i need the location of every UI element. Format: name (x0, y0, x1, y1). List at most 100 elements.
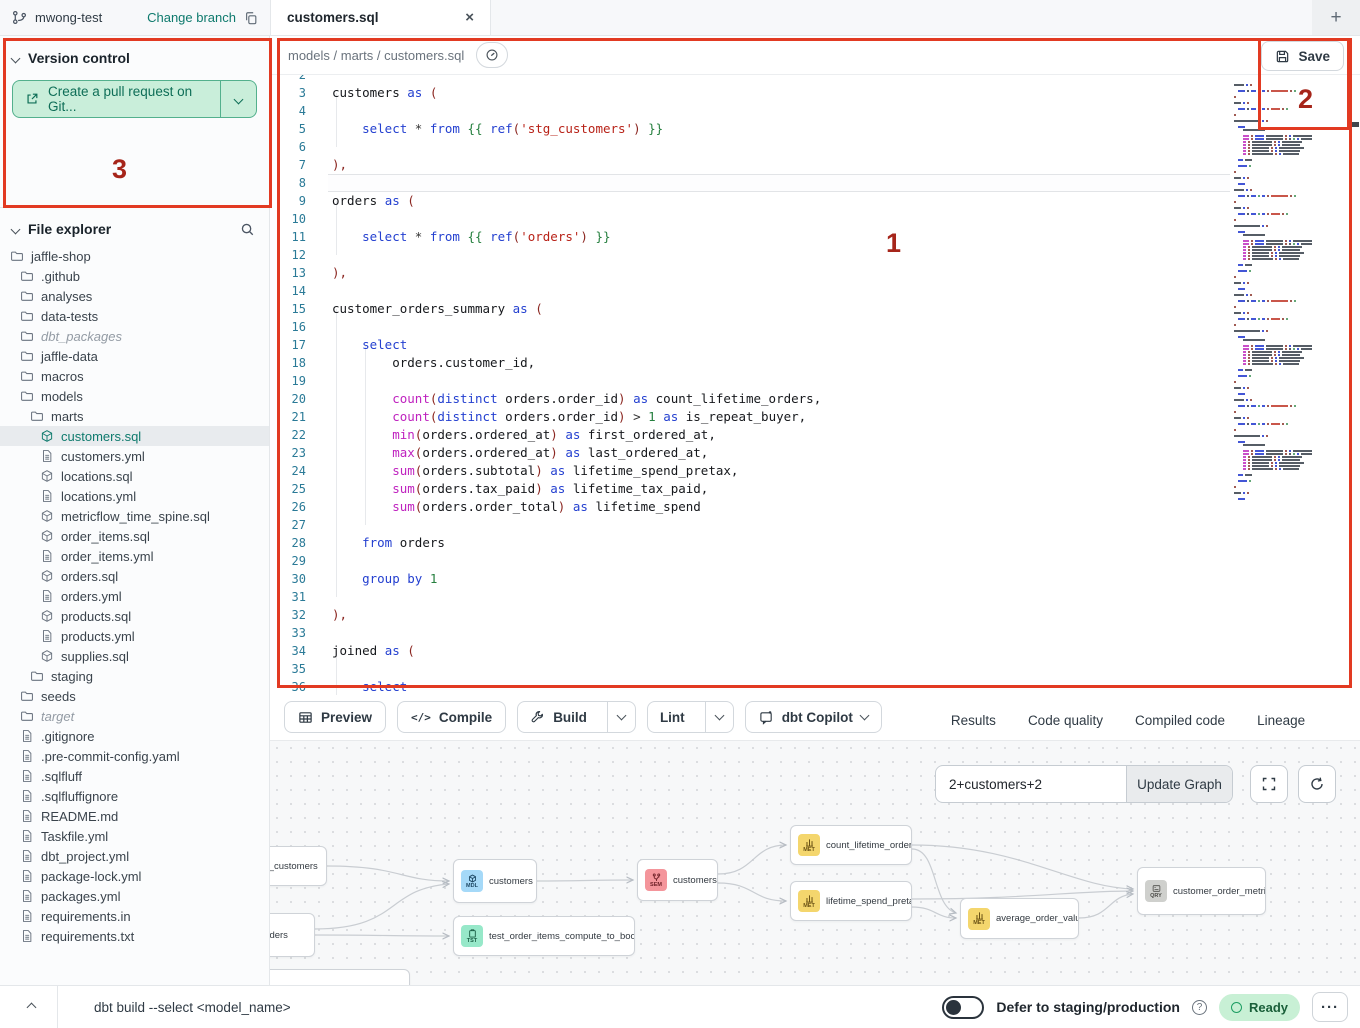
build-button[interactable]: Build (518, 702, 599, 732)
lineage-node-stg-customers[interactable]: MDLstg_customers (270, 846, 327, 886)
code-editor[interactable]: 23customers as (45 select * from {{ ref(… (270, 75, 1360, 695)
code-line[interactable]: 36 select (270, 678, 1360, 695)
preview-button[interactable]: Preview (284, 701, 386, 733)
tree-item-models[interactable]: models (0, 386, 269, 406)
tree-item-data-tests[interactable]: data-tests (0, 306, 269, 326)
tree-item-locations.sql[interactable]: locations.sql (0, 466, 269, 486)
code-line[interactable]: 11 select * from {{ ref('orders') }} (270, 228, 1360, 246)
tree-item-macros[interactable]: macros (0, 366, 269, 386)
code-line[interactable]: 33 (270, 624, 1360, 642)
code-line[interactable]: 29 (270, 552, 1360, 570)
refresh-button[interactable] (1298, 765, 1336, 803)
file-explorer-header[interactable]: File explorer (0, 208, 269, 246)
tree-item-supplies.sql[interactable]: supplies.sql (0, 646, 269, 666)
tab-results[interactable]: Results (935, 701, 1012, 740)
code-line[interactable]: 34joined as ( (270, 642, 1360, 660)
tree-item-customers.sql[interactable]: customers.sql (0, 426, 269, 446)
lineage-node-customers[interactable]: SEMcustomers (637, 859, 718, 901)
tree-item-order-items.sql[interactable]: order_items.sql (0, 526, 269, 546)
command-input[interactable]: dbt build --select <model_name> (94, 1000, 291, 1015)
tree-item-dbt-packages[interactable]: dbt_packages (0, 326, 269, 346)
code-line[interactable]: 9orders as ( (270, 192, 1360, 210)
code-line[interactable]: 4 (270, 102, 1360, 120)
lineage-node-partial[interactable] (270, 969, 410, 985)
lineage-node-orders[interactable]: MDLorders (270, 913, 315, 957)
code-line[interactable]: 27 (270, 516, 1360, 534)
tree-item-locations.yml[interactable]: locations.yml (0, 486, 269, 506)
version-control-header[interactable]: Version control (0, 36, 269, 76)
save-button[interactable]: Save (1261, 41, 1344, 71)
code-line[interactable]: 31 (270, 588, 1360, 606)
code-line[interactable]: 7), (270, 156, 1360, 174)
create-pull-request-button[interactable]: Create a pull request on Git... (12, 80, 257, 118)
code-line[interactable]: 28 from orders (270, 534, 1360, 552)
compile-button[interactable]: </> Compile (397, 701, 506, 733)
defer-toggle[interactable] (942, 996, 984, 1019)
code-line[interactable]: 10 (270, 210, 1360, 228)
lineage-node-average-order-value[interactable]: METaverage_order_value (960, 898, 1079, 939)
tree-item-metricflow-time-spine.sql[interactable]: metricflow_time_spine.sql (0, 506, 269, 526)
code-line[interactable]: 26 sum(orders.order_total) as lifetime_s… (270, 498, 1360, 516)
code-line[interactable]: 16 (270, 318, 1360, 336)
tree-item-.pre-commit-config.yaml[interactable]: .pre-commit-config.yaml (0, 746, 269, 766)
dbt-copilot-button[interactable]: dbt Copilot (745, 701, 882, 733)
code-line[interactable]: 13), (270, 264, 1360, 282)
copy-icon[interactable] (244, 11, 258, 25)
tree-item-jaffle-data[interactable]: jaffle-data (0, 346, 269, 366)
code-line[interactable]: 5 select * from {{ ref('stg_customers') … (270, 120, 1360, 138)
tree-item-.sqlfluff[interactable]: .sqlfluff (0, 766, 269, 786)
tree-item-.gitignore[interactable]: .gitignore (0, 726, 269, 746)
fullscreen-button[interactable] (1250, 765, 1288, 803)
update-graph-button[interactable]: Update Graph (1126, 766, 1232, 802)
editor-tab-customers-sql[interactable]: customers.sql × (270, 0, 491, 35)
code-line[interactable]: 3customers as ( (270, 84, 1360, 102)
pr-button-dropdown[interactable] (220, 81, 256, 117)
tree-item-jaffle-shop[interactable]: jaffle-shop (0, 246, 269, 266)
lineage-node-customers[interactable]: MDLcustomers (453, 859, 537, 903)
lineage-node-lifetime-spend-pretax[interactable]: METlifetime_spend_pretax (790, 881, 912, 921)
tree-item-packages.yml[interactable]: packages.yml (0, 886, 269, 906)
code-line[interactable]: 6 (270, 138, 1360, 156)
search-icon[interactable] (240, 222, 255, 237)
tree-item-staging[interactable]: staging (0, 666, 269, 686)
code-line[interactable]: 24 sum(orders.subtotal) as lifetime_spen… (270, 462, 1360, 480)
tree-item-order-items.yml[interactable]: order_items.yml (0, 546, 269, 566)
code-line[interactable]: 22 min(orders.ordered_at) as first_order… (270, 426, 1360, 444)
code-line[interactable]: 17 select (270, 336, 1360, 354)
tree-item-requirements.txt[interactable]: requirements.txt (0, 926, 269, 946)
code-line[interactable]: 35 (270, 660, 1360, 678)
tab-lineage[interactable]: Lineage (1241, 701, 1321, 740)
copilot-dial-icon[interactable] (476, 42, 508, 68)
help-icon[interactable]: ? (1192, 1000, 1207, 1015)
tree-item-taskfile.yml[interactable]: Taskfile.yml (0, 826, 269, 846)
build-dropdown[interactable] (607, 702, 635, 732)
tree-item-products.yml[interactable]: products.yml (0, 626, 269, 646)
tab-code-quality[interactable]: Code quality (1012, 701, 1119, 740)
code-line[interactable]: 14 (270, 282, 1360, 300)
tree-item-.github[interactable]: .github (0, 266, 269, 286)
tree-item-marts[interactable]: marts (0, 406, 269, 426)
tree-item-orders.sql[interactable]: orders.sql (0, 566, 269, 586)
tree-item-package-lock.yml[interactable]: package-lock.yml (0, 866, 269, 886)
code-line[interactable]: 2 (270, 75, 1360, 84)
lineage-node-count-lifetime-orders[interactable]: METcount_lifetime_orders (790, 825, 912, 865)
code-line[interactable]: 25 sum(orders.tax_paid) as lifetime_tax_… (270, 480, 1360, 498)
tree-item-products.sql[interactable]: products.sql (0, 606, 269, 626)
lint-button[interactable]: Lint (648, 702, 697, 732)
lineage-node-customer-order-metrics[interactable]: QRYcustomer_order_metrics (1137, 867, 1266, 915)
tree-item-target[interactable]: target (0, 706, 269, 726)
lint-dropdown[interactable] (705, 702, 733, 732)
tree-item-customers.yml[interactable]: customers.yml (0, 446, 269, 466)
tree-item-requirements.in[interactable]: requirements.in (0, 906, 269, 926)
tree-item-orders.yml[interactable]: orders.yml (0, 586, 269, 606)
code-line[interactable]: 12 (270, 246, 1360, 264)
chevron-up-icon[interactable] (27, 1002, 37, 1012)
change-branch-link[interactable]: Change branch (147, 10, 236, 25)
code-line[interactable]: 19 (270, 372, 1360, 390)
code-line[interactable]: 30 group by 1 (270, 570, 1360, 588)
code-line[interactable]: 15customer_orders_summary as ( (270, 300, 1360, 318)
code-line[interactable]: 21 count(distinct orders.order_id) > 1 a… (270, 408, 1360, 426)
lineage-selector-input[interactable]: 2+customers+2 (936, 766, 1126, 802)
more-options-button[interactable]: ··· (1312, 992, 1348, 1022)
tree-item-readme.md[interactable]: README.md (0, 806, 269, 826)
